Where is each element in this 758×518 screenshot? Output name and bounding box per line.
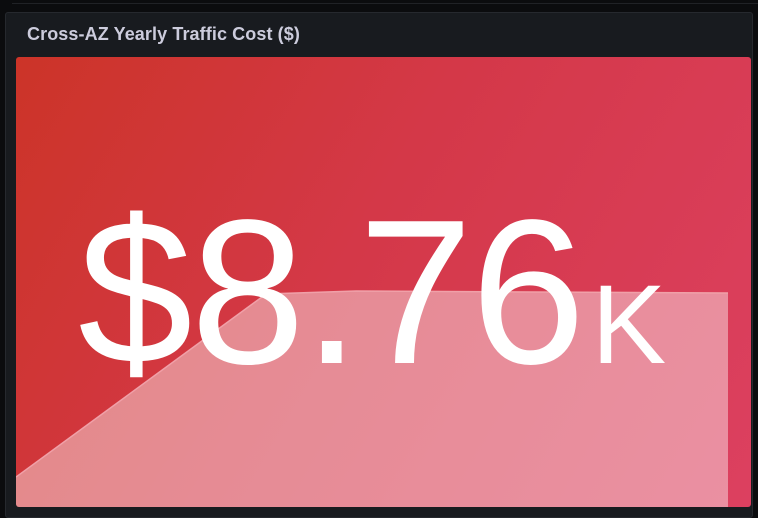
stat-display: $8.76K — [16, 57, 751, 507]
stat-number: $8.76 — [78, 177, 586, 407]
top-strip — [0, 0, 758, 10]
stat-panel[interactable]: Cross-AZ Yearly Traffic Cost ($) $8.76K — [5, 12, 753, 518]
panel-title[interactable]: Cross-AZ Yearly Traffic Cost ($) — [27, 24, 300, 45]
top-divider — [12, 3, 758, 4]
stat-unit: K — [591, 262, 667, 387]
panel-header[interactable]: Cross-AZ Yearly Traffic Cost ($) — [6, 13, 752, 56]
stat-value: $8.76K — [78, 189, 666, 395]
